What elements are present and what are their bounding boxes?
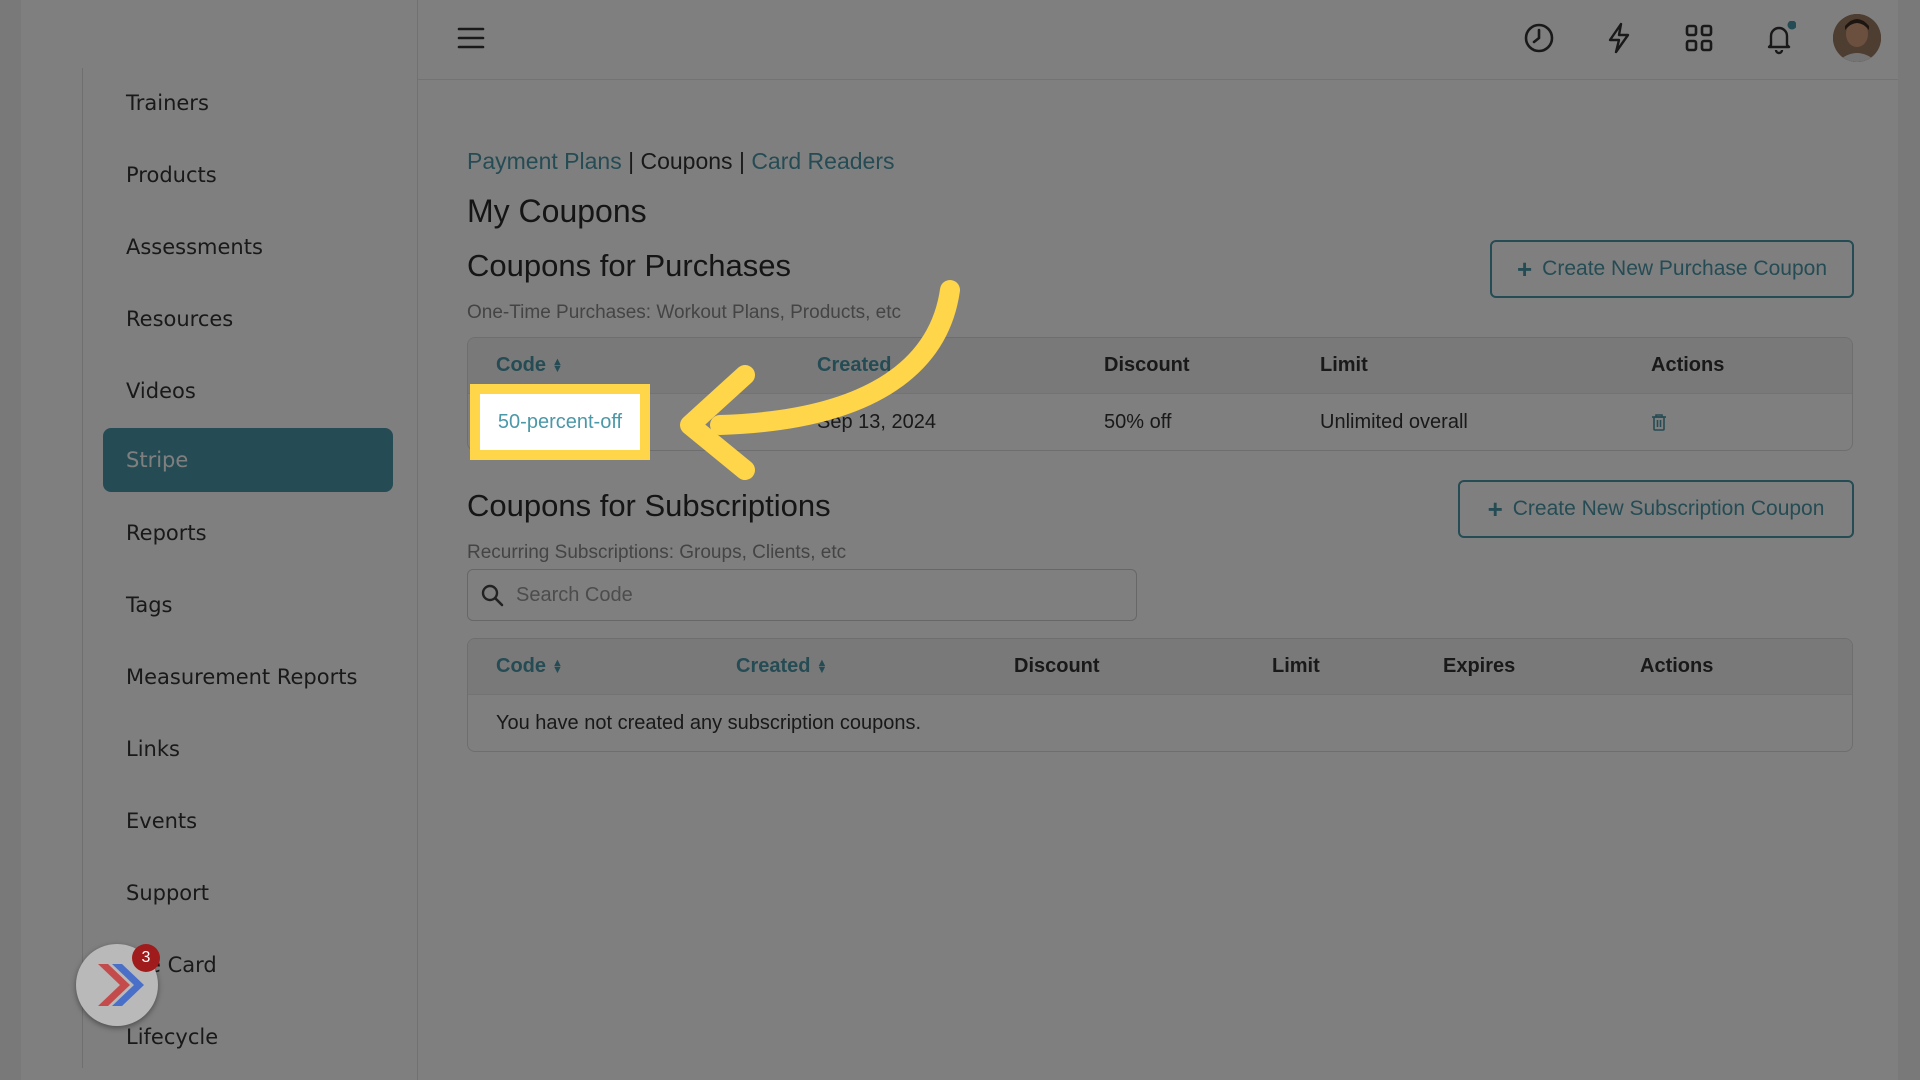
column-header-discount: Discount xyxy=(1104,354,1190,376)
bell-icon[interactable] xyxy=(1759,18,1799,58)
app-window: Trainers Products Assessments Resources … xyxy=(21,0,1898,1080)
column-header-limit: Limit xyxy=(1272,655,1320,677)
main-content: Payment Plans | Coupons | Card Readers M… xyxy=(418,80,1898,1080)
sort-icon: ▲ ▼ xyxy=(552,355,563,375)
search-field[interactable] xyxy=(467,569,1137,621)
sidebar: Trainers Products Assessments Resources … xyxy=(21,0,418,1080)
breadcrumb-separator: | xyxy=(738,148,745,174)
notification-badge: 3 xyxy=(132,944,160,972)
sidebar-item-links[interactable]: Links xyxy=(103,717,393,781)
plus-icon: + xyxy=(1516,254,1533,284)
create-purchase-coupon-button[interactable]: + Create New Purchase Coupon xyxy=(1490,240,1854,298)
create-subscription-coupon-label: Create New Subscription Coupon xyxy=(1512,497,1825,520)
column-header-actions: Actions xyxy=(1640,655,1714,677)
subscriptions-subtitle: Recurring Subscriptions: Groups, Clients… xyxy=(467,542,847,563)
breadcrumb-payment-plans[interactable]: Payment Plans xyxy=(467,148,622,174)
coupon-limit: Unlimited overall xyxy=(1320,410,1468,433)
breadcrumb-card-readers[interactable]: Card Readers xyxy=(751,148,894,174)
subscriptions-table-header: Code ▲ ▼ Created ▲ ▼ Discount Limit Expire… xyxy=(468,639,1852,694)
sidebar-rail xyxy=(82,68,83,1068)
column-header-expires: Expires xyxy=(1443,655,1516,677)
breadcrumb: Payment Plans | Coupons | Card Readers xyxy=(467,148,895,175)
clock-icon[interactable] xyxy=(1519,18,1559,58)
pointer-arrow-icon xyxy=(680,280,960,480)
column-header-created[interactable]: Created ▲ ▼ xyxy=(736,639,827,694)
table-row: You have not created any subscription co… xyxy=(468,694,1852,751)
sidebar-item-videos[interactable]: Videos xyxy=(103,359,393,423)
subscriptions-table: Code ▲ ▼ Created ▲ ▼ Discount Limit Expire… xyxy=(467,638,1853,752)
search-icon xyxy=(480,583,504,613)
create-purchase-coupon-label: Create New Purchase Coupon xyxy=(1542,257,1827,280)
column-header-code[interactable]: Code ▲ ▼ xyxy=(496,639,563,694)
sort-icon: ▲ ▼ xyxy=(552,656,563,676)
column-header-discount: Discount xyxy=(1014,655,1100,677)
sidebar-item-stripe[interactable]: Stripe xyxy=(103,428,393,492)
notification-dot xyxy=(1787,21,1796,30)
sidebar-item-measurement-reports[interactable]: Measurement Reports xyxy=(103,645,393,709)
sidebar-item-tags[interactable]: Tags xyxy=(103,573,393,637)
page-title: My Coupons xyxy=(467,193,647,229)
column-header-actions: Actions xyxy=(1651,354,1725,376)
column-header-limit: Limit xyxy=(1320,354,1368,376)
sidebar-item-products[interactable]: Products xyxy=(103,143,393,207)
sort-icon: ▲ ▼ xyxy=(816,656,828,676)
coupon-discount: 50% off xyxy=(1104,410,1172,433)
apps-grid-icon[interactable] xyxy=(1679,18,1719,58)
avatar[interactable] xyxy=(1833,14,1881,62)
empty-state-message: You have not created any subscription co… xyxy=(496,711,922,734)
sidebar-item-support[interactable]: Support xyxy=(103,861,393,925)
lightning-icon[interactable] xyxy=(1599,18,1639,58)
sidebar-item-trainers[interactable]: Trainers xyxy=(103,71,393,135)
highlighted-coupon-code[interactable]: 50-percent-off xyxy=(470,384,650,460)
search-input[interactable] xyxy=(514,582,1078,608)
sidebar-item-resources[interactable]: Resources xyxy=(103,287,393,351)
trash-icon[interactable] xyxy=(1651,394,1667,450)
sidebar-item-reports[interactable]: Reports xyxy=(103,501,393,565)
sidebar-item-events[interactable]: Events xyxy=(103,789,393,853)
create-subscription-coupon-button[interactable]: + Create New Subscription Coupon xyxy=(1458,480,1854,538)
menu-icon[interactable] xyxy=(451,18,491,58)
plus-icon: + xyxy=(1487,494,1503,524)
breadcrumb-coupons: Coupons xyxy=(640,148,733,174)
top-bar xyxy=(418,0,1898,80)
sidebar-item-assessments[interactable]: Assessments xyxy=(103,215,393,279)
breadcrumb-separator: | xyxy=(628,148,635,174)
